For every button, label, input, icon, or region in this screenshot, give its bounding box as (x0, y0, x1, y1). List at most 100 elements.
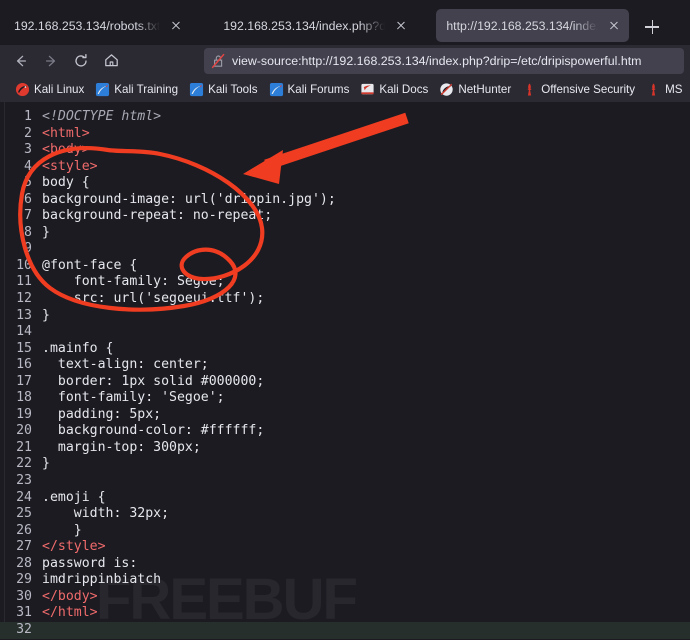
source-line: 20 background-color: #ffffff; (0, 423, 690, 440)
token-tag: </style> (42, 539, 106, 555)
source-line: 28 password is: (0, 556, 690, 573)
line-number: 4 (24, 158, 32, 174)
source-line: 5 body { (0, 175, 690, 192)
line-number: 9 (24, 241, 32, 257)
line-number: 24 (16, 489, 32, 505)
source-line: 19 padding: 5px; (0, 407, 690, 424)
token-tag: </html> (42, 605, 98, 621)
line-content: border: 1px solid #000000; (42, 374, 264, 391)
home-icon (104, 54, 118, 67)
line-content: @font-face { (42, 258, 137, 275)
token-text: margin-top: 300px; (42, 439, 201, 455)
bookmark-kali-tools[interactable]: Kali Tools (184, 78, 262, 100)
line-number: 11 (16, 274, 32, 290)
kali-forums-icon (269, 82, 283, 96)
kali-docs-icon (361, 83, 374, 94)
source-line: 10 @font-face { (0, 258, 690, 275)
tab-title: http://192.168.253.134/index (446, 18, 599, 33)
kali-tools-icon (190, 82, 204, 96)
source-line: 32 (0, 621, 690, 639)
source-line: 12 src: url('segoeui.ttf'); (0, 291, 690, 308)
home-button[interactable] (96, 48, 126, 74)
line-content: <!DOCTYPE html> (42, 109, 161, 126)
line-number: 13 (16, 307, 32, 323)
url-bar[interactable]: view-source:http://192.168.253.134/index… (204, 47, 684, 74)
tab-title: 192.168.253.134/index.php?d (223, 18, 386, 33)
line-number: 27 (16, 539, 32, 555)
tab-title: 192.168.253.134/robots.txt (14, 18, 161, 33)
bookmark-label: Kali Forums (287, 82, 350, 96)
bookmark-label: Kali Docs (379, 82, 429, 96)
offensive-security-icon (528, 82, 532, 95)
close-icon[interactable] (167, 17, 185, 35)
line-content: password is: (42, 556, 137, 573)
bookmark-label: NetHunter (458, 82, 512, 96)
line-content: <body> (42, 142, 90, 159)
line-content: } (42, 523, 82, 540)
token-text: font-family: Segoe; (42, 274, 225, 290)
line-number: 5 (24, 175, 32, 191)
line-number: 28 (16, 555, 32, 571)
line-number: 16 (16, 357, 32, 373)
token-tag: <html> (42, 125, 90, 141)
close-icon[interactable] (392, 17, 410, 35)
line-number: 32 (16, 621, 32, 637)
line-content: } (42, 225, 50, 242)
line-content: imdrippinbiatch (42, 572, 161, 589)
source-line: 24 .emoji { (0, 490, 690, 507)
line-number: 10 (16, 257, 32, 273)
line-number: 25 (16, 506, 32, 522)
kali-dragon-icon (15, 82, 30, 96)
bookmark-nethunter[interactable]: NetHunter (434, 78, 516, 100)
bookmark-label: MS (665, 82, 683, 96)
bookmark-label: Kali Linux (34, 82, 85, 96)
source-line: 15 .mainfo { (0, 341, 690, 358)
browser-tab-1[interactable]: 192.168.253.134/robots.txt (4, 9, 191, 42)
bookmark-kali-docs[interactable]: Kali Docs (355, 78, 433, 100)
lock-crossed-out-icon[interactable] (210, 53, 227, 69)
token-text: padding: 5px; (42, 406, 162, 422)
bookmark-offensive-security[interactable]: Offensive Security (517, 78, 640, 100)
line-number: 1 (24, 109, 32, 124)
source-line: 30 </body> (0, 589, 690, 606)
token-text: @font-face { (42, 257, 138, 273)
bookmark-label: Offensive Security (541, 82, 636, 96)
close-icon[interactable] (605, 17, 623, 35)
bookmark-kali-training[interactable]: Kali Training (90, 78, 183, 100)
token-text: } (42, 224, 50, 240)
navigation-toolbar: view-source:http://192.168.253.134/index… (0, 45, 690, 76)
line-number: 26 (16, 522, 32, 538)
token-text: password is: (42, 555, 138, 571)
source-line: 22} (0, 456, 690, 473)
back-button[interactable] (6, 48, 36, 74)
line-number: 7 (24, 208, 32, 224)
source-line: 17 border: 1px solid #000000; (0, 374, 690, 391)
token-text: .mainfo { (42, 340, 114, 356)
token-text: src: url('segoeui.ttf'); (42, 291, 265, 307)
forward-button[interactable] (36, 48, 66, 74)
source-line: 33<html> (0, 638, 690, 639)
token-text: font-family: 'Segoe'; (42, 390, 225, 406)
line-content: body { (42, 175, 90, 192)
reload-button[interactable] (66, 48, 96, 74)
reload-icon (75, 53, 87, 67)
new-tab-button[interactable] (637, 12, 667, 42)
line-number: 21 (16, 439, 32, 455)
browser-tab-3-active[interactable]: http://192.168.253.134/index (436, 9, 630, 42)
browser-tab-2[interactable]: 192.168.253.134/index.php?d (213, 9, 416, 42)
line-content: background-color: #ffffff; (42, 423, 264, 440)
bookmark-kali-linux[interactable]: Kali Linux (10, 78, 89, 100)
token-text: } (42, 307, 50, 323)
source-line: 3 <body> (0, 142, 690, 159)
line-content: margin-top: 300px; (42, 440, 201, 457)
line-number: 3 (24, 142, 32, 158)
source-line: 9 (0, 241, 690, 258)
bookmark-kali-forums[interactable]: Kali Forums (264, 78, 355, 100)
source-line: 7 background-repeat: no-repeat; (0, 208, 690, 225)
bookmark-msfu[interactable]: MS (641, 78, 687, 100)
line-number: 8 (24, 224, 32, 240)
token-text: background-repeat: no-repeat; (42, 208, 273, 224)
line-number: 23 (16, 473, 32, 489)
token-tag: <body> (42, 142, 90, 158)
view-source-content[interactable]: FREEBUF 1 <!DOCTYPE html> 2 <html> 3 <body> 4 <… (0, 102, 690, 639)
